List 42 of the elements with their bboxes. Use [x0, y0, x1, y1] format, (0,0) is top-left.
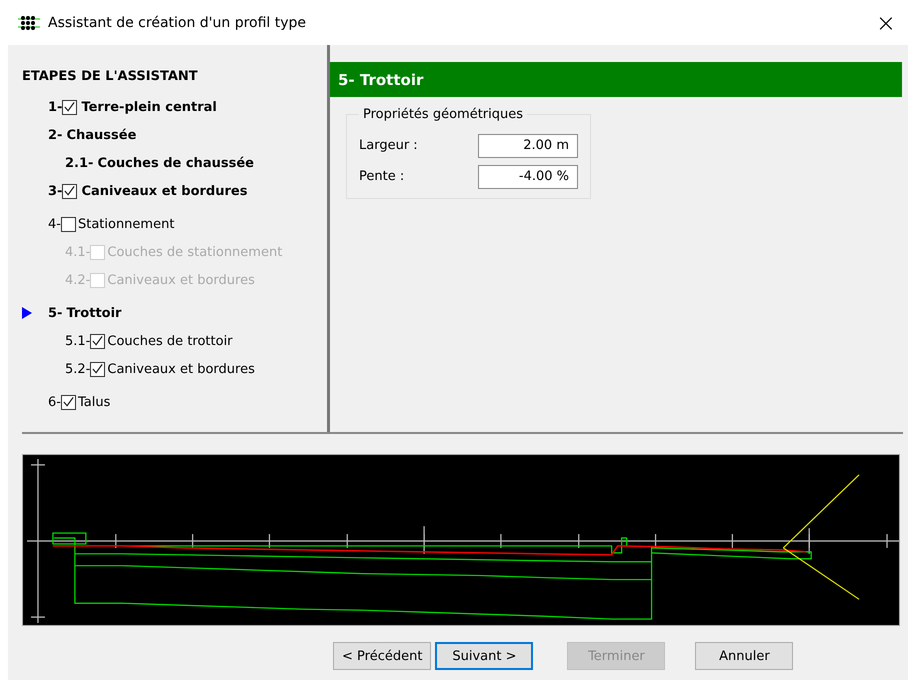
step-label: Talus	[78, 394, 110, 410]
panel-header: 5- Trottoir	[330, 62, 902, 97]
step-label: Couches de stationnement	[107, 244, 282, 260]
window-title: Assistant de création d'un profil type	[48, 14, 308, 30]
step-number: 6-	[48, 394, 61, 410]
step-label: Caniveaux et bordures	[81, 184, 248, 198]
step-number: 2-	[48, 128, 62, 142]
step-number: 1-	[48, 100, 62, 114]
wizard-button[interactable]: Annuler	[695, 642, 794, 670]
step-label: Terre-plein central	[81, 100, 217, 114]
step-label: Couches de trottoir	[107, 334, 233, 348]
field-label: Largeur :	[359, 138, 418, 153]
input-field[interactable]: -4.00 %	[478, 164, 578, 188]
step-label: Couches de chaussée	[97, 156, 254, 170]
step-label: Trottoir	[66, 306, 122, 320]
step-label: Caniveaux et bordures	[107, 272, 255, 288]
checkbox[interactable]	[62, 100, 78, 114]
step-number: 5.1-	[65, 334, 90, 348]
step-label: Caniveaux et bordures	[107, 362, 255, 376]
step-number: 2.1-	[65, 156, 94, 170]
wizard-button[interactable]: < Précédent	[333, 642, 432, 670]
step-number: 5-	[48, 306, 62, 320]
checkbox[interactable]	[62, 184, 78, 198]
close-button[interactable]: ×	[876, 8, 896, 36]
step-number: 5.2-	[65, 362, 90, 376]
step-label: Stationnement	[78, 216, 174, 232]
current-step-arrow-icon	[22, 307, 32, 319]
step-number: 4-	[48, 216, 61, 232]
checkbox[interactable]	[90, 362, 106, 376]
steps-heading: ETAPES DE L'ASSISTANT	[22, 69, 199, 84]
step-number: 4.1-	[65, 244, 90, 260]
step-number: 4.2-	[65, 272, 90, 288]
wizard-button[interactable]: Suivant >	[435, 642, 534, 670]
group-title: Propriétés géométriques	[362, 107, 524, 122]
checkbox[interactable]	[90, 334, 106, 348]
step-number: 3-	[48, 184, 62, 198]
app-icon	[18, 16, 40, 30]
step-label: Chaussée	[66, 128, 136, 142]
field-label: Pente :	[359, 169, 404, 184]
checkbox[interactable]	[60, 394, 76, 410]
checkbox[interactable]	[60, 216, 76, 232]
input-field[interactable]: 2.00 m	[478, 134, 578, 158]
